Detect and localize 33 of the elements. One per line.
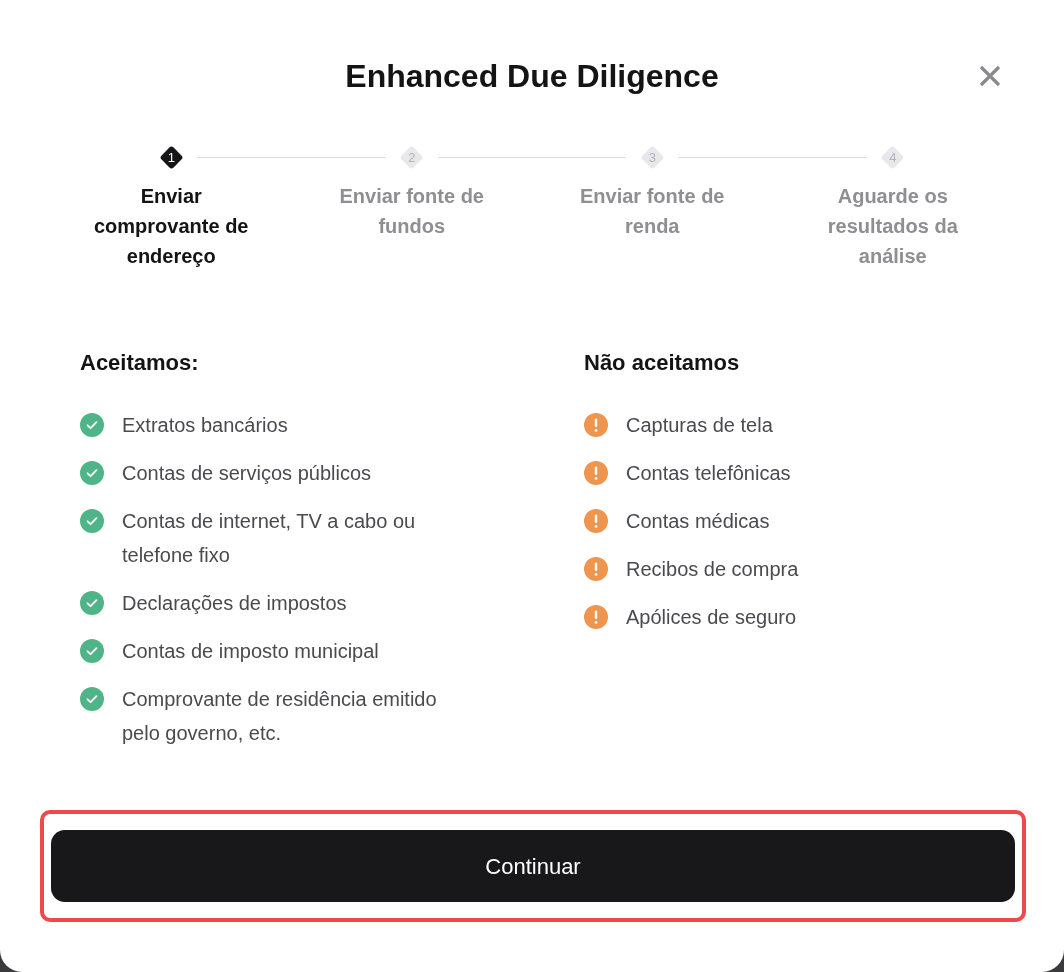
check-circle-icon [80,639,104,663]
exclamation-circle-icon [584,557,608,581]
document-type-text: Extratos bancários [122,413,289,438]
section-heading: Não aceitamos [584,349,741,377]
check-circle-icon [80,509,104,533]
section-heading: Aceitamos: [80,349,200,377]
step-label: Enviar fonte de renda [579,184,726,239]
document-type-text: Contas telefônicas [626,461,792,486]
exclamation-circle-icon [584,461,608,485]
document-type-text: Capturas de tela [626,413,774,438]
step-label: Enviar fonte de fundos [338,184,485,239]
exclamation-circle-icon [584,605,608,629]
document-type-text: Apólices de seguro [626,605,798,630]
check-circle-icon [80,413,104,437]
dialog-title: Enhanced Due Diligence [345,57,719,96]
close-icon [979,65,1001,87]
step-label: Aguarde os resultados da análise [826,184,959,269]
check-circle-icon [80,591,104,615]
check-circle-icon [80,687,104,711]
document-type-text: Contas médicas [626,509,771,534]
document-type-text: Recibos de compra [626,557,800,582]
close-button[interactable] [978,64,1002,88]
step-label: Enviar comprovante de endereço [93,184,250,269]
document-type-text: Declarações de impostos [122,591,348,616]
document-type-text: Comprovante de residência emitido pelo governo, etc. [122,687,438,746]
exclamation-circle-icon [584,509,608,533]
check-circle-icon [80,461,104,485]
document-type-text: Contas de internet, TV a cabo ou telefone fixo [122,509,417,568]
document-type-text: Contas de serviços públicos [122,461,372,486]
exclamation-circle-icon [584,413,608,437]
step-number-badge: 1 [159,145,184,169]
continue-button[interactable]: Continuar [51,830,1015,902]
document-type-text: Contas de imposto municipal [122,639,380,664]
